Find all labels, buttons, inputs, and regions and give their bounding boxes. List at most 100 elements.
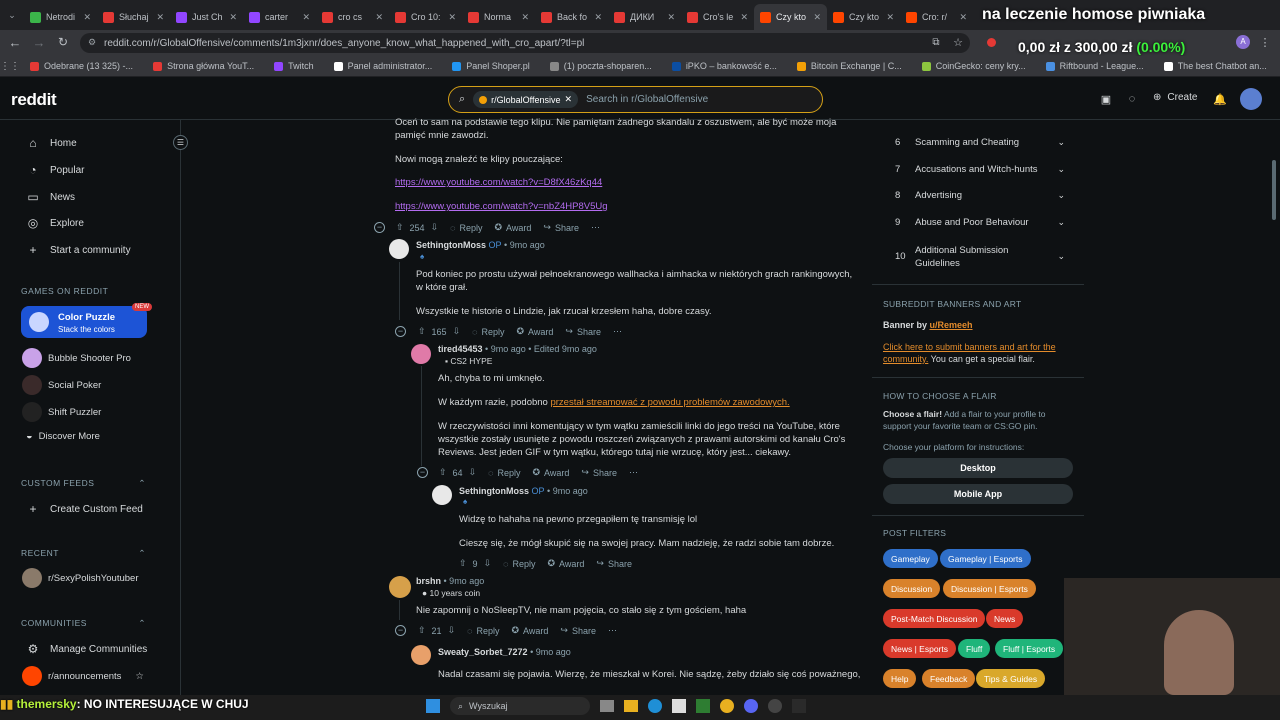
discover-more[interactable]: ◒ Discover More: [26, 430, 100, 442]
obs-icon[interactable]: [768, 699, 782, 713]
tab-close-icon[interactable]: ✕: [667, 12, 675, 23]
bookmark-item[interactable]: iPKO – bankowość e...: [662, 61, 787, 71]
chevron-down-icon[interactable]: ⌄: [1057, 137, 1065, 148]
notifications-icon[interactable]: 🔔: [1213, 92, 1227, 106]
award-button[interactable]: ✪ Award: [511, 625, 548, 636]
mobile-app-button[interactable]: Mobile App: [883, 484, 1073, 504]
browser-tab[interactable]: Cro: r/✕: [900, 4, 973, 30]
downvote-icon[interactable]: ⇩: [484, 558, 492, 569]
tab-close-icon[interactable]: ✕: [229, 12, 237, 23]
more-icon[interactable]: ⋯: [613, 326, 622, 337]
post-filter-pill[interactable]: Fluff: [958, 639, 991, 658]
reload-icon[interactable]: ↻: [56, 34, 70, 50]
back-icon[interactable]: ←: [8, 34, 22, 50]
chrome-icon[interactable]: [720, 699, 734, 713]
banner-user-link[interactable]: u/Remeeh: [930, 320, 973, 330]
rule-item[interactable]: 7 Accusations and Witch-hunts ⌄: [895, 164, 1065, 175]
comment-author[interactable]: SethingtonMoss OP • 9mo ago: [459, 486, 588, 496]
communities-title[interactable]: COMMUNITIES ⌃: [21, 618, 146, 629]
rule-item[interactable]: 6 Scamming and Cheating ⌄: [895, 137, 1065, 148]
file-explorer-icon[interactable]: [624, 700, 638, 712]
upvote-icon[interactable]: ⇧: [418, 326, 426, 337]
post-filter-pill[interactable]: Gameplay | Esports: [940, 549, 1031, 568]
nav-start-community[interactable]: + Start a community: [26, 243, 130, 257]
stream-info-link[interactable]: przestał streamować z powodu problemów z…: [550, 397, 789, 408]
custom-feeds-title[interactable]: CUSTOM FEEDS ⌃: [21, 478, 146, 489]
award-button[interactable]: ✪ Award: [495, 222, 532, 233]
nav-news[interactable]: ▭ News: [26, 190, 75, 204]
browser-tab[interactable]: Słuchaj ✕: [97, 4, 170, 30]
post-filter-pill[interactable]: News: [986, 609, 1024, 628]
address-bar[interactable]: ⚙ reddit.com/r/GlobalOffensive/comments/…: [80, 33, 970, 53]
avatar[interactable]: [411, 344, 431, 364]
award-button[interactable]: ✪ Award: [517, 326, 554, 337]
tab-close-icon[interactable]: ✕: [448, 12, 456, 23]
more-icon[interactable]: ⋯: [629, 467, 638, 478]
downvote-icon[interactable]: ⇩: [453, 326, 461, 337]
bookmark-item[interactable]: Strona główna YouT...: [143, 61, 264, 71]
bookmark-star-icon[interactable]: ☆: [952, 35, 964, 49]
windows-start-icon[interactable]: [426, 699, 440, 713]
recent-sexypolishyoutuber[interactable]: r/SexyPolishYoutuber: [22, 568, 138, 588]
browser-tab[interactable]: Norma ✕: [462, 4, 535, 30]
tab-close-icon[interactable]: ✕: [886, 12, 894, 23]
rule-item[interactable]: 8 Advertising ⌄: [895, 190, 1065, 201]
downvote-icon[interactable]: ⇩: [448, 625, 456, 636]
post-filter-pill[interactable]: Tips & Guides: [976, 669, 1046, 688]
post-filter-pill[interactable]: Discussion: [883, 579, 941, 598]
create-button[interactable]: ⊕ Create: [1153, 92, 1197, 103]
browser-tab[interactable]: Back fo ✕: [535, 4, 608, 30]
tab-close-icon[interactable]: ✕: [594, 12, 602, 23]
chip-close-icon[interactable]: ✕: [565, 94, 573, 105]
tab-search-icon[interactable]: ⌄: [0, 10, 24, 21]
rule-item[interactable]: 9 Abuse and Poor Behaviour ⌄: [895, 217, 1065, 228]
game-shift-puzzler[interactable]: Shift Puzzler: [22, 402, 101, 422]
nav-explore[interactable]: ◎ Explore: [26, 216, 84, 230]
bookmark-item[interactable]: The best Chatbot an...: [1154, 61, 1277, 71]
chevron-down-icon[interactable]: ⌄: [1057, 217, 1065, 228]
upvote-icon[interactable]: ⇧: [459, 558, 467, 569]
share-button[interactable]: ↪ Share: [596, 558, 632, 569]
community-announcements[interactable]: r/announcements ☆: [22, 666, 144, 686]
nav-home[interactable]: ⌂ Home: [26, 136, 76, 150]
tab-close-icon[interactable]: ✕: [302, 12, 310, 23]
desktop-button[interactable]: Desktop: [883, 458, 1073, 478]
bookmark-item[interactable]: Twitch: [264, 61, 324, 71]
bookmark-item[interactable]: Panel Shoper.pl: [442, 61, 540, 71]
forward-icon[interactable]: →: [32, 34, 46, 50]
extension-icon[interactable]: [987, 38, 996, 47]
post-filter-pill[interactable]: News | Esports: [883, 639, 957, 658]
nav-popular[interactable]: ◔ Popular: [26, 163, 84, 177]
avatar[interactable]: [432, 485, 452, 505]
post-filter-pill[interactable]: Help: [883, 669, 917, 688]
upvote-icon[interactable]: ⇧: [396, 222, 404, 233]
reply-button[interactable]: ◌ Reply: [472, 327, 504, 337]
comment-author[interactable]: tired45453 • 9mo ago • Edited 9mo ago: [438, 344, 597, 354]
comment-author[interactable]: SethingtonMoss OP • 9mo ago: [416, 240, 545, 250]
bookmark-item[interactable]: Odebrane (13 325) -...: [20, 61, 143, 71]
collapse-icon[interactable]: −: [395, 326, 406, 337]
app-icon[interactable]: [696, 699, 710, 713]
share-button[interactable]: ↪ Share: [560, 625, 596, 636]
tab-close-icon[interactable]: ✕: [83, 12, 91, 23]
share-button[interactable]: ↪ Share: [565, 326, 601, 337]
rule-item[interactable]: 10 Additional Submission Guidelines ⌄: [895, 244, 1065, 270]
tab-close-icon[interactable]: ✕: [521, 12, 529, 23]
award-button[interactable]: ✪ Award: [532, 467, 569, 478]
share-button[interactable]: ↪ Share: [581, 467, 617, 478]
create-custom-feed[interactable]: + Create Custom Feed: [26, 502, 142, 516]
tab-close-icon[interactable]: ✕: [375, 12, 383, 23]
site-info-icon[interactable]: ⚙: [88, 37, 96, 48]
store-icon[interactable]: [672, 699, 686, 713]
upvote-icon[interactable]: ⇧: [418, 625, 426, 636]
post-filter-pill[interactable]: Gameplay: [883, 549, 938, 568]
advertise-icon[interactable]: ▣: [1099, 92, 1113, 106]
youtube-link-1[interactable]: https://www.youtube.com/watch?v=D8fX46zK…: [395, 177, 602, 188]
game-social-poker[interactable]: Social Poker: [22, 375, 101, 395]
browser-tab[interactable]: Netrodi ✕: [24, 4, 97, 30]
bookmark-item[interactable]: CoinGecko: ceny kry...: [912, 61, 1036, 71]
recent-title[interactable]: RECENT ⌃: [21, 548, 146, 559]
subreddit-chip[interactable]: r/GlobalOffensive ✕: [473, 91, 579, 108]
post-filter-pill[interactable]: Discussion | Esports: [943, 579, 1036, 598]
collapse-icon[interactable]: −: [395, 625, 406, 636]
